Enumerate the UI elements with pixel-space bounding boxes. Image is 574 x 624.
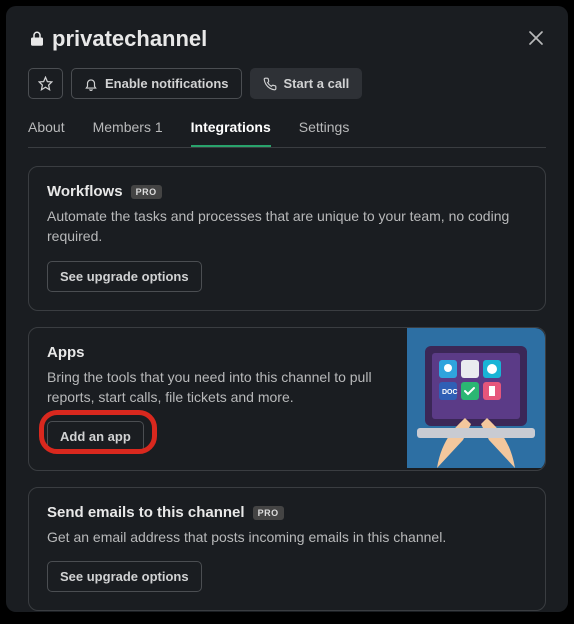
tab-about[interactable]: About [28,119,65,147]
pro-badge: PRO [131,185,162,199]
lock-icon [28,30,46,48]
apps-card: Apps Bring the tools that you need into … [28,327,546,472]
workflows-title: Workflows [47,183,123,200]
notifications-label: Enable notifications [105,76,229,91]
tab-members[interactable]: Members 1 [93,119,163,147]
start-call-label: Start a call [284,76,350,91]
emails-card: Send emails to this channel PRO Get an e… [28,487,546,611]
svg-text:DOC: DOC [442,389,458,396]
tab-integrations[interactable]: Integrations [191,119,271,147]
workflows-upgrade-button[interactable]: See upgrade options [47,261,202,292]
star-icon [38,76,53,91]
phone-icon [263,77,277,91]
workflows-card: Workflows PRO Automate the tasks and pro… [28,166,546,311]
workflows-desc: Automate the tasks and processes that ar… [47,206,527,247]
modal-header: privatechannel [28,26,546,52]
apps-desc: Bring the tools that you need into this … [47,367,397,408]
pro-badge: PRO [253,506,284,520]
channel-title: privatechannel [52,26,207,52]
notifications-button[interactable]: Enable notifications [71,68,242,99]
emails-title: Send emails to this channel [47,504,245,521]
tab-bar: About Members 1 Integrations Settings [28,119,546,148]
emails-upgrade-button[interactable]: See upgrade options [47,561,202,592]
emails-desc: Get an email address that posts incoming… [47,527,527,547]
action-toolbar: Enable notifications Start a call [28,68,546,99]
start-call-button[interactable]: Start a call [250,68,363,99]
apps-illustration: DOC [407,328,545,471]
add-app-button[interactable]: Add an app [47,421,144,452]
star-button[interactable] [28,68,63,99]
close-button[interactable] [522,24,550,52]
bell-icon [84,77,98,91]
channel-details-modal: privatechannel Enable notifications Star… [6,6,568,612]
apps-title: Apps [47,344,85,361]
tab-settings[interactable]: Settings [299,119,350,147]
